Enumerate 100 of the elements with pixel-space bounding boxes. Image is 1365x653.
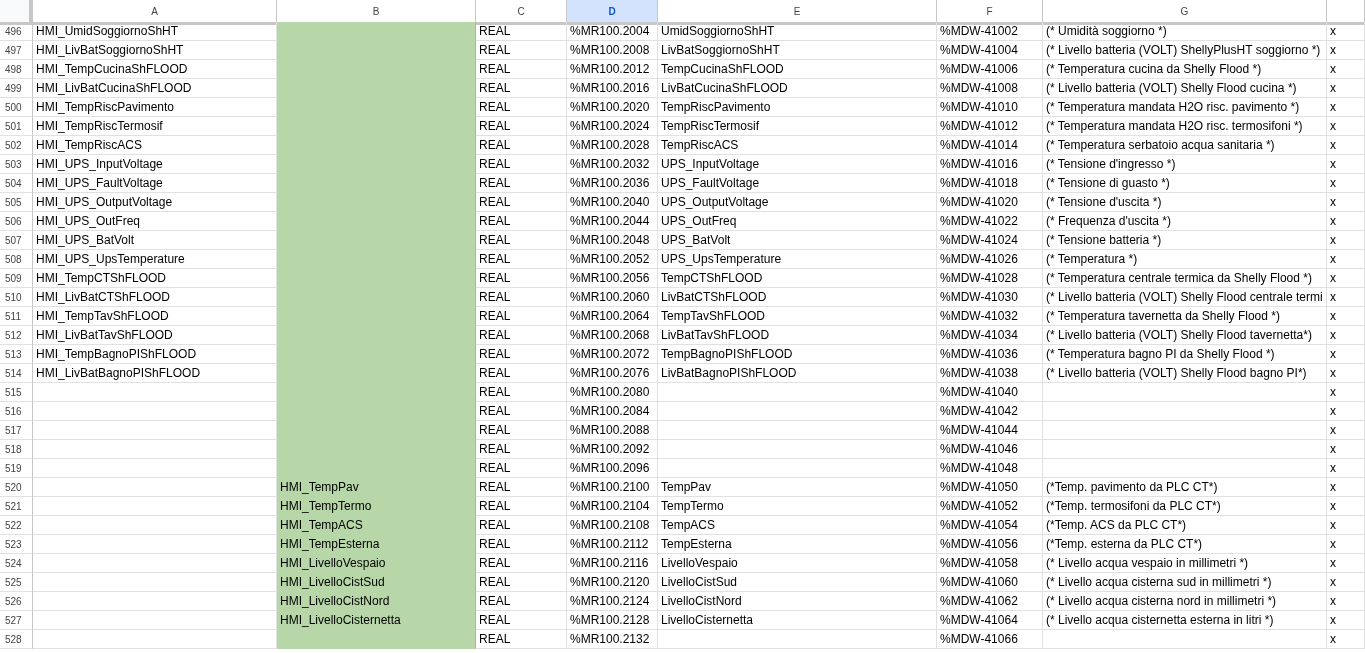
- table-cell: (* Livello acqua cisternetta esterna in litri *): [1043, 611, 1327, 630]
- table-cell: REAL: [476, 440, 567, 459]
- row-header[interactable]: 502: [0, 136, 33, 155]
- table-cell: %MR100.2012: [567, 60, 658, 79]
- table-cell: TempCucinaShFLOOD: [658, 60, 937, 79]
- row-header[interactable]: 524: [0, 554, 33, 573]
- row-header[interactable]: 515: [0, 383, 33, 402]
- table-cell: x: [1327, 611, 1365, 630]
- row-header[interactable]: 516: [0, 402, 33, 421]
- row-header[interactable]: 509: [0, 269, 33, 288]
- table-cell: LivBatSoggiornoShHT: [658, 41, 937, 60]
- row-header[interactable]: 517: [0, 421, 33, 440]
- table-cell: x: [1327, 345, 1365, 364]
- table-cell: HMI_UPS_InputVoltage: [33, 155, 277, 174]
- table-cell: x: [1327, 307, 1365, 326]
- table-cell: REAL: [476, 402, 567, 421]
- table-cell: x: [1327, 193, 1365, 212]
- row-header[interactable]: 504: [0, 174, 33, 193]
- table-cell: UPS_FaultVoltage: [658, 174, 937, 193]
- row-header[interactable]: 527: [0, 611, 33, 630]
- row-header[interactable]: 519: [0, 459, 33, 478]
- table-cell: REAL: [476, 307, 567, 326]
- row-header[interactable]: 506: [0, 212, 33, 231]
- row-header[interactable]: 512: [0, 326, 33, 345]
- table-cell: REAL: [476, 60, 567, 79]
- table-cell: HMI_UPS_BatVolt: [33, 231, 277, 250]
- table-cell: (* Umidità soggiorno *): [1043, 22, 1327, 41]
- column-header[interactable]: E: [658, 0, 937, 25]
- column-header[interactable]: D: [567, 0, 658, 25]
- row-header[interactable]: 505: [0, 193, 33, 212]
- table-cell: x: [1327, 440, 1365, 459]
- table-cell: UPS_UpsTemperature: [658, 250, 937, 269]
- row-header[interactable]: 511: [0, 307, 33, 326]
- table-cell: LivelloCistNord: [658, 592, 937, 611]
- row-header[interactable]: 513: [0, 345, 33, 364]
- column-header[interactable]: C: [476, 0, 567, 25]
- row-header[interactable]: 501: [0, 117, 33, 136]
- row-header[interactable]: 503: [0, 155, 33, 174]
- row-header[interactable]: 507: [0, 231, 33, 250]
- table-cell: x: [1327, 516, 1365, 535]
- row-header[interactable]: 523: [0, 535, 33, 554]
- table-cell: %MDW-41056: [937, 535, 1043, 554]
- row-header[interactable]: 498: [0, 60, 33, 79]
- table-cell: LivBatTavShFLOOD: [658, 326, 937, 345]
- table-cell: %MR100.2020: [567, 98, 658, 117]
- table-cell: HMI_TempTermo: [277, 497, 476, 516]
- row-header[interactable]: 526: [0, 592, 33, 611]
- table-cell: REAL: [476, 611, 567, 630]
- table-cell: (* Temperatura bagno PI da Shelly Flood *): [1043, 345, 1327, 364]
- row-header[interactable]: 508: [0, 250, 33, 269]
- row-header[interactable]: 497: [0, 41, 33, 60]
- row-header[interactable]: 521: [0, 497, 33, 516]
- table-cell: UmidSoggiornoShHT: [658, 22, 937, 41]
- table-cell: (* Tensione d'ingresso *): [1043, 155, 1327, 174]
- table-cell: %MDW-41040: [937, 383, 1043, 402]
- table-cell: (* Temperatura mandata H2O risc. termosifoni *): [1043, 117, 1327, 136]
- row-header[interactable]: 520: [0, 478, 33, 497]
- table-cell: REAL: [476, 41, 567, 60]
- table-cell: %MR100.2068: [567, 326, 658, 345]
- table-cell: x: [1327, 269, 1365, 288]
- table-cell: REAL: [476, 174, 567, 193]
- table-cell: %MDW-41042: [937, 402, 1043, 421]
- row-header[interactable]: 518: [0, 440, 33, 459]
- table-cell: %MDW-41044: [937, 421, 1043, 440]
- row-header[interactable]: 499: [0, 79, 33, 98]
- row-header[interactable]: 510: [0, 288, 33, 307]
- table-cell: HMI_LivelloCistNord: [277, 592, 476, 611]
- table-cell: REAL: [476, 345, 567, 364]
- table-cell: HMI_UPS_OutputVoltage: [33, 193, 277, 212]
- column-header[interactable]: A: [33, 0, 277, 25]
- table-cell: %MDW-41048: [937, 459, 1043, 478]
- row-header[interactable]: 514: [0, 364, 33, 383]
- row-header[interactable]: 496: [0, 22, 33, 41]
- table-cell: %MDW-41012: [937, 117, 1043, 136]
- row-header[interactable]: 522: [0, 516, 33, 535]
- table-cell: HMI_TempEsterna: [277, 535, 476, 554]
- column-header[interactable]: G: [1043, 0, 1327, 25]
- table-cell: TempTavShFLOOD: [658, 307, 937, 326]
- table-cell: HMI_LivelloCistSud: [277, 573, 476, 592]
- table-cell: TempBagnoPIShFLOOD: [658, 345, 937, 364]
- table-cell: x: [1327, 478, 1365, 497]
- table-cell: (* Temperatura tavernetta da Shelly Flood *): [1043, 307, 1327, 326]
- table-cell: TempCTShFLOOD: [658, 269, 937, 288]
- table-cell: REAL: [476, 573, 567, 592]
- row-header[interactable]: 525: [0, 573, 33, 592]
- column-header[interactable]: F: [937, 0, 1043, 25]
- row-header[interactable]: 528: [0, 630, 33, 649]
- row-header[interactable]: 500: [0, 98, 33, 117]
- table-cell: REAL: [476, 554, 567, 573]
- select-all-corner[interactable]: [0, 0, 33, 25]
- table-cell: HMI_UPS_UpsTemperature: [33, 250, 277, 269]
- table-cell: x: [1327, 155, 1365, 174]
- table-cell: LivelloCisternetta: [658, 611, 937, 630]
- table-cell: %MR100.2040: [567, 193, 658, 212]
- table-cell: %MR100.2036: [567, 174, 658, 193]
- table-cell: x: [1327, 98, 1365, 117]
- table-cell: REAL: [476, 421, 567, 440]
- table-cell: TempPav: [658, 478, 937, 497]
- column-header[interactable]: [1327, 0, 1365, 25]
- table-cell: x: [1327, 402, 1365, 421]
